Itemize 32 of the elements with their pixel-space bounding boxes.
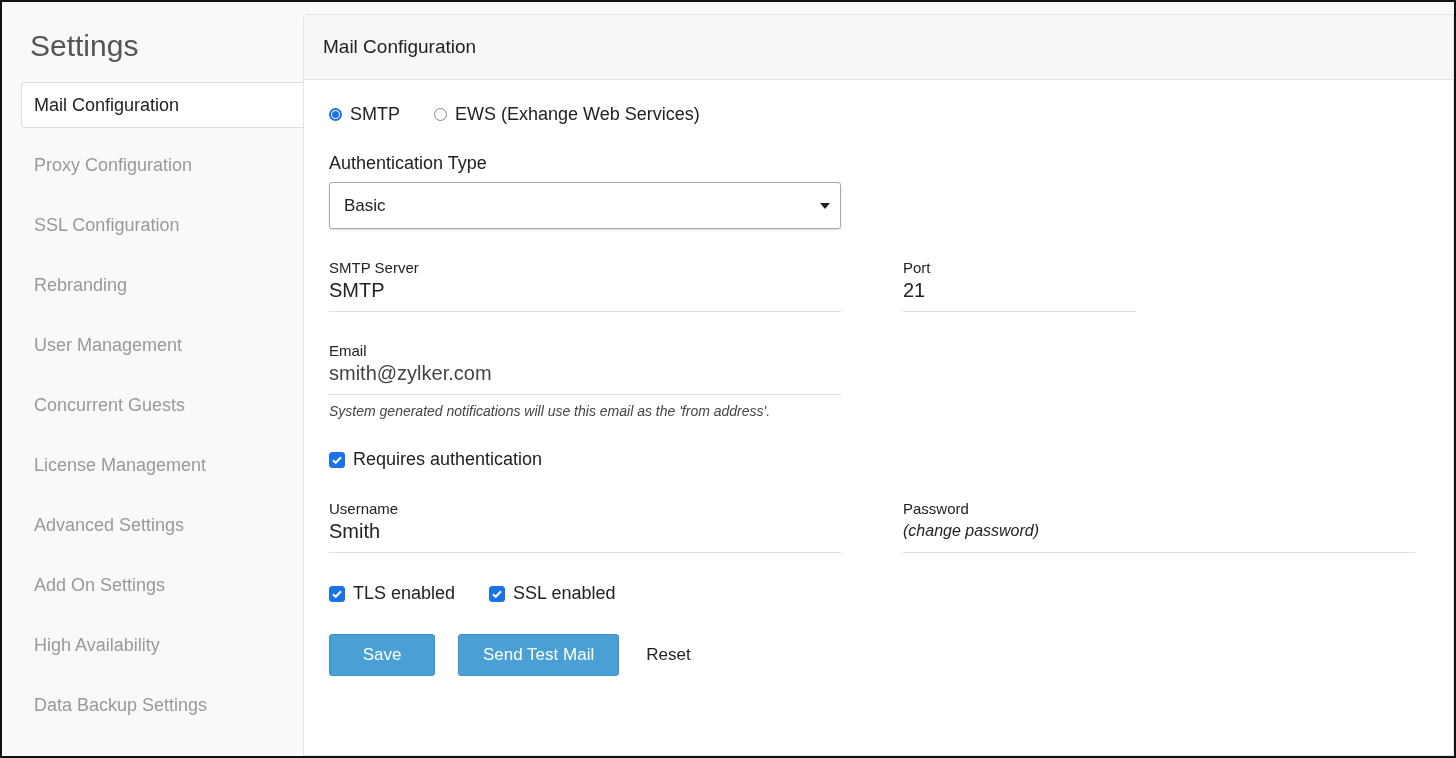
- port-field[interactable]: Port 21: [903, 259, 1136, 312]
- field-label: Email: [329, 342, 368, 360]
- smtp-server-field[interactable]: SMTP Server SMTP: [329, 259, 841, 312]
- field-label: SMTP Server: [329, 259, 420, 277]
- password-field[interactable]: Password (change password): [903, 500, 1415, 553]
- field-value: Smith: [329, 519, 382, 544]
- checkbox[interactable]: [329, 585, 345, 602]
- field-label: Username: [329, 500, 400, 518]
- field-value: (change password): [903, 521, 1041, 541]
- field-value: SMTP: [329, 278, 386, 303]
- field-label: Password: [903, 500, 970, 518]
- reset-button[interactable]: Reset: [642, 645, 695, 665]
- email-field[interactable]: Email smith@zylker.com: [329, 342, 841, 395]
- radio-button[interactable]: [329, 108, 342, 121]
- radio-label[interactable]: EWS (Exhange Web Services): [455, 104, 700, 125]
- checkbox-label[interactable]: Requires authentication: [353, 449, 543, 470]
- field-value: 21: [903, 278, 927, 303]
- radio-label[interactable]: SMTP: [350, 104, 400, 125]
- caret-icon: [820, 202, 830, 209]
- field-label: Port: [903, 259, 932, 277]
- checkbox-label[interactable]: SSL enabled: [513, 583, 616, 604]
- helper-text: System generated notifications will use this email as the 'from address'.: [329, 403, 772, 419]
- checkbox-label[interactable]: TLS enabled: [353, 583, 456, 604]
- username-field[interactable]: Username Smith: [329, 500, 841, 553]
- auth-type-dropdown[interactable]: Basic: [329, 182, 841, 229]
- sidebar-title: Settings: [30, 28, 140, 64]
- checkbox[interactable]: [329, 451, 345, 468]
- sidebar-item[interactable]: Mail Configuration: [21, 82, 303, 128]
- checkbox[interactable]: [489, 585, 506, 602]
- panel-title: Mail Configuration: [304, 15, 1453, 80]
- field-value: smith@zylker.com: [329, 361, 493, 386]
- field-label: Authentication Type: [329, 153, 488, 174]
